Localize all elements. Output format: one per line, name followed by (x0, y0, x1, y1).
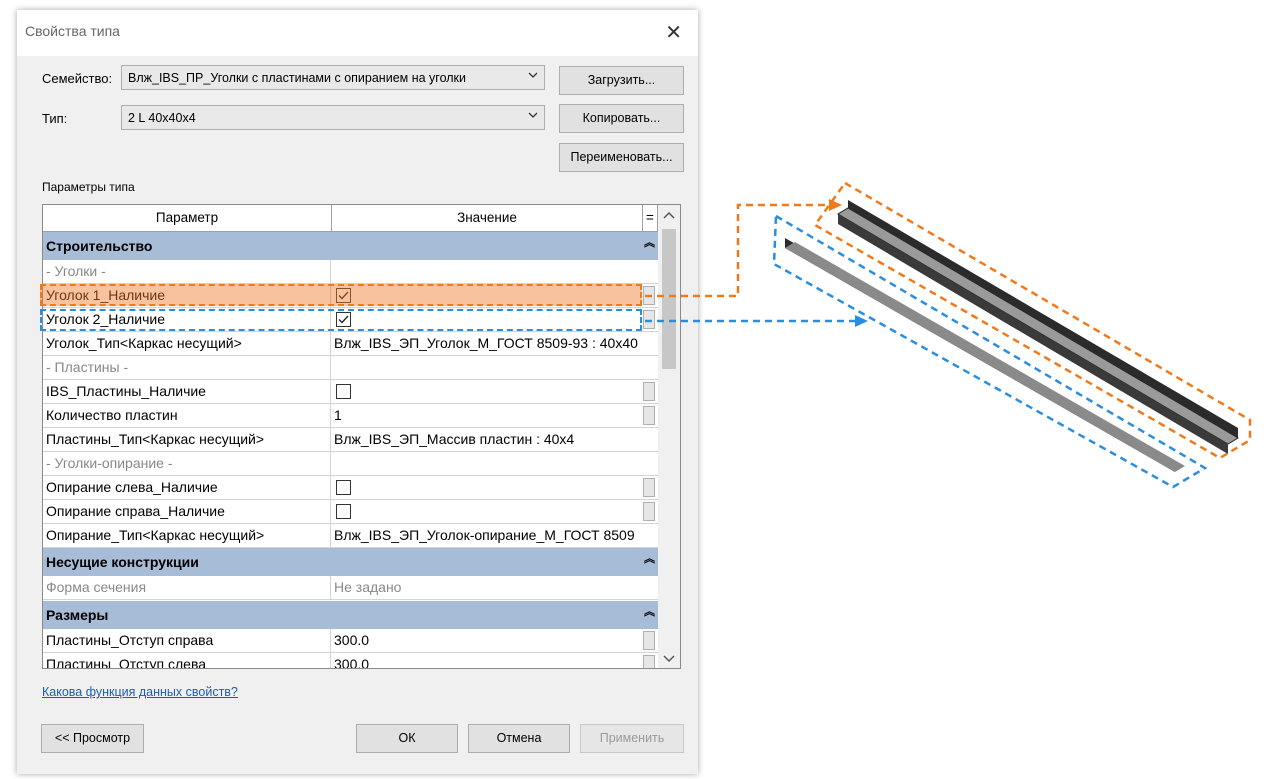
angle1-face (837, 207, 1239, 445)
angle2-face (785, 242, 1185, 472)
blue-arrowhead (855, 315, 868, 327)
angle1-side (838, 214, 1228, 454)
angle1-top (848, 200, 1238, 438)
angles-illustration (645, 181, 1252, 489)
